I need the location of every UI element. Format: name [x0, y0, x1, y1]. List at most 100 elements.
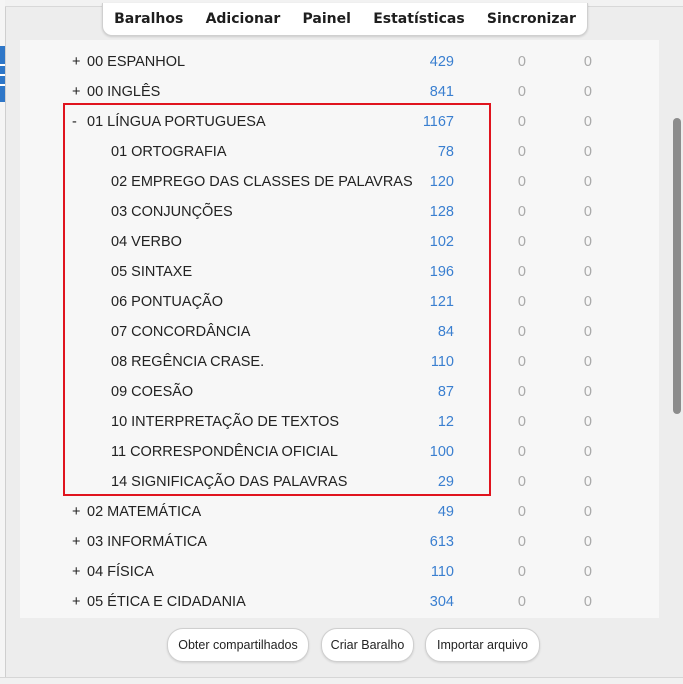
bottom-bar: Obter compartilhados Criar Baralho Impor…: [0, 628, 683, 668]
deck-row[interactable]: 14 SIGNIFICAÇÃO DAS PALAVRAS 29 0 0: [20, 467, 660, 497]
due-count: 0: [583, 444, 592, 460]
due-count: 0: [583, 114, 592, 130]
due-count: 0: [583, 294, 592, 310]
new-count: 29: [437, 474, 454, 490]
deck-name[interactable]: 01 ORTOGRAFIA: [111, 137, 227, 167]
expand-icon[interactable]: +: [72, 557, 84, 587]
new-count: 78: [437, 144, 454, 160]
deck-list-panel: +00 ESPANHOL 429 0 0 +00 INGLÊS 841 0 0-01 LÍNG…: [20, 40, 659, 618]
deck-row[interactable]: 10 INTERPRETAÇÃO DE TEXTOS 12 0 0: [20, 407, 660, 437]
due-count: 0: [583, 324, 592, 340]
deck-row[interactable]: 01 ORTOGRAFIA 78 0 0: [20, 137, 660, 167]
new-count: 196: [429, 264, 454, 280]
get-shared-button[interactable]: Obter compartilhados: [167, 628, 309, 662]
deck-name[interactable]: 10 INTERPRETAÇÃO DE TEXTOS: [111, 407, 339, 437]
deck-name[interactable]: 01 LÍNGUA PORTUGUESA: [87, 107, 266, 137]
learn-count: 0: [517, 354, 526, 370]
deck-row[interactable]: 07 CONCORDÂNCIA 84 0 0: [20, 317, 660, 347]
sync-button[interactable]: Sincronizar: [481, 11, 582, 27]
deck-name[interactable]: 00 ESPANHOL: [87, 47, 185, 77]
deck-row[interactable]: +04 FÍSICA 110 0 0: [20, 557, 660, 587]
learn-count: 0: [517, 504, 526, 520]
due-count: 0: [583, 564, 592, 580]
deck-name[interactable]: 03 CONJUNÇÕES: [111, 197, 233, 227]
learn-count: 0: [517, 564, 526, 580]
stats-button[interactable]: Estatísticas: [367, 11, 470, 27]
deck-row[interactable]: 02 EMPREGO DAS CLASSES DE PALAVRAS 120 0 0: [20, 167, 660, 197]
deck-row[interactable]: 05 SINTAXE 196 0 0: [20, 257, 660, 287]
new-count: 87: [437, 384, 454, 400]
new-count: 100: [429, 444, 454, 460]
due-count: 0: [583, 504, 592, 520]
due-count: 0: [583, 384, 592, 400]
deck-row[interactable]: +03 INFORMÁTICA 613 0 0: [20, 527, 660, 557]
background-window-edge: [0, 0, 6, 683]
decks-button[interactable]: Baralhos: [108, 11, 189, 27]
new-count: 1167: [422, 114, 454, 130]
deck-row[interactable]: +02 MATEMÁTICA 49 0 0: [20, 497, 660, 527]
import-file-button[interactable]: Importar arquivo: [425, 628, 540, 662]
deck-row[interactable]: 06 PONTUAÇÃO 121 0 0: [20, 287, 660, 317]
deck-name[interactable]: 05 ÉTICA E CIDADANIA: [87, 587, 246, 617]
deck-row[interactable]: -01 LÍNGUA PORTUGUESA 1167 0 0: [20, 107, 660, 137]
learn-count: 0: [517, 474, 526, 490]
new-count: 304: [429, 594, 454, 610]
learn-count: 0: [517, 234, 526, 250]
new-count: 102: [429, 234, 454, 250]
new-count: 613: [429, 534, 454, 550]
learn-count: 0: [517, 534, 526, 550]
due-count: 0: [583, 534, 592, 550]
deck-row[interactable]: +05 ÉTICA E CIDADANIA 304 0 0: [20, 587, 660, 617]
new-count: 121: [429, 294, 454, 310]
deck-row[interactable]: 09 COESÃO 87 0 0: [20, 377, 660, 407]
create-deck-button[interactable]: Criar Baralho: [321, 628, 414, 662]
due-count: 0: [583, 204, 592, 220]
deck-row[interactable]: 03 CONJUNÇÕES 128 0 0: [20, 197, 660, 227]
deck-row[interactable]: 08 REGÊNCIA CRASE. 110 0 0: [20, 347, 660, 377]
new-count: 120: [429, 174, 454, 190]
learn-count: 0: [517, 204, 526, 220]
due-count: 0: [583, 84, 592, 100]
deck-name[interactable]: 07 CONCORDÂNCIA: [111, 317, 250, 347]
expand-icon[interactable]: +: [72, 527, 84, 557]
learn-count: 0: [517, 84, 526, 100]
learn-count: 0: [517, 54, 526, 70]
deck-name[interactable]: 04 FÍSICA: [87, 557, 154, 587]
deck-row[interactable]: +00 ESPANHOL 429 0 0: [20, 47, 660, 77]
main-toolbar: Baralhos Adicionar Painel Estatísticas S…: [102, 3, 588, 36]
deck-row[interactable]: 11 CORRESPONDÊNCIA OFICIAL 100 0 0: [20, 437, 660, 467]
learn-count: 0: [517, 324, 526, 340]
learn-count: 0: [517, 384, 526, 400]
deck-name[interactable]: 00 INGLÊS: [87, 77, 160, 107]
expand-icon[interactable]: +: [72, 77, 84, 107]
expand-icon[interactable]: +: [72, 47, 84, 77]
learn-count: 0: [517, 594, 526, 610]
deck-row[interactable]: +00 INGLÊS 841 0 0: [20, 77, 660, 107]
new-count: 84: [437, 324, 454, 340]
deck-name[interactable]: 06 PONTUAÇÃO: [111, 287, 223, 317]
collapse-icon[interactable]: -: [72, 107, 84, 137]
scrollbar-thumb[interactable]: [673, 118, 681, 414]
new-count: 429: [429, 54, 454, 70]
learn-count: 0: [517, 294, 526, 310]
deck-name[interactable]: 03 INFORMÁTICA: [87, 527, 207, 557]
deck-name[interactable]: 02 MATEMÁTICA: [87, 497, 201, 527]
deck-name[interactable]: 11 CORRESPONDÊNCIA OFICIAL: [111, 437, 338, 467]
deck-name[interactable]: 02 EMPREGO DAS CLASSES DE PALAVRAS: [111, 167, 413, 197]
expand-icon[interactable]: +: [72, 497, 84, 527]
new-count: 128: [429, 204, 454, 220]
deck-name[interactable]: 14 SIGNIFICAÇÃO DAS PALAVRAS: [111, 467, 347, 497]
new-count: 49: [437, 504, 454, 520]
new-count: 110: [430, 564, 454, 580]
deck-name[interactable]: 04 VERBO: [111, 227, 182, 257]
deck-name[interactable]: 08 REGÊNCIA CRASE.: [111, 347, 264, 377]
due-count: 0: [583, 234, 592, 250]
add-button[interactable]: Adicionar: [200, 11, 287, 27]
expand-icon[interactable]: +: [72, 587, 84, 617]
due-count: 0: [583, 594, 592, 610]
deck-name[interactable]: 05 SINTAXE: [111, 257, 192, 287]
new-count: 841: [429, 84, 454, 100]
deck-name[interactable]: 09 COESÃO: [111, 377, 193, 407]
deck-row[interactable]: 04 VERBO 102 0 0: [20, 227, 660, 257]
browse-button[interactable]: Painel: [297, 11, 357, 27]
